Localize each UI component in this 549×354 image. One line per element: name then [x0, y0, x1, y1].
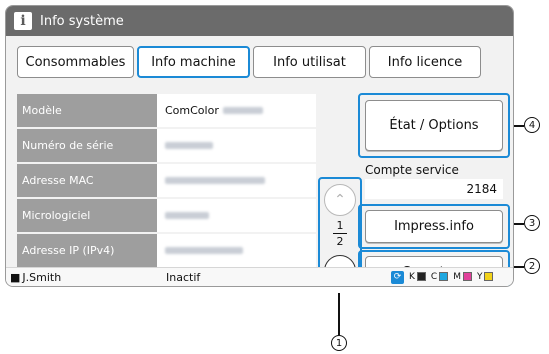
- callout-2: 2: [524, 258, 540, 274]
- table-row: Adresse MAC: [17, 164, 316, 199]
- table-row: Micrologiciel: [17, 199, 316, 234]
- ink-k: K: [409, 272, 426, 282]
- row-value: ComColor: [157, 94, 316, 127]
- refresh-icon: ⟳: [391, 270, 404, 284]
- tab-info-utilisateur[interactable]: Info utilisat: [253, 46, 366, 78]
- scroll-up-button[interactable]: ⌃: [324, 184, 356, 216]
- user-name: J.Smith: [22, 270, 62, 284]
- title-bar: i Info système: [6, 6, 513, 36]
- row-value: [157, 164, 316, 197]
- tab-consommables[interactable]: Consommables: [17, 46, 134, 78]
- row-label: Micrologiciel: [17, 199, 157, 232]
- fraction-line: [333, 233, 347, 234]
- page-current: 1: [336, 219, 344, 232]
- ink-m: M: [453, 272, 472, 282]
- compte-service-label: Compte service: [365, 163, 459, 177]
- tab-info-machine[interactable]: Info machine: [137, 46, 250, 78]
- ink-levels: ⟳ K C M Y: [391, 270, 494, 284]
- callout-3: 3: [524, 215, 540, 231]
- redacted-value: [165, 142, 213, 149]
- tab-info-licence[interactable]: Info licence: [369, 46, 481, 78]
- row-label: Numéro de série: [17, 129, 157, 162]
- redacted-value: [222, 107, 263, 114]
- window-title: Info système: [40, 13, 124, 29]
- table-row: Modèle ComColor: [17, 94, 316, 129]
- machine-info-table: Modèle ComColor Numéro de série Adresse …: [17, 94, 316, 286]
- row-label: Adresse IP (IPv4): [17, 234, 157, 267]
- callout-4: 4: [524, 117, 540, 133]
- chevron-up-icon: ⌃: [334, 192, 346, 208]
- callout-line-1: [338, 293, 340, 335]
- table-row: Adresse IP (IPv4): [17, 234, 316, 269]
- info-systeme-panel: i Info système Consommables Info machine…: [5, 5, 514, 287]
- page-indicator: 1 2: [326, 219, 354, 248]
- ink-c: C: [431, 272, 449, 282]
- page-total: 2: [336, 235, 344, 248]
- table-row: Numéro de série: [17, 129, 316, 164]
- impress-info-button[interactable]: Impress.info: [365, 210, 503, 243]
- row-value: [157, 199, 316, 232]
- row-label: Modèle: [17, 94, 157, 127]
- status-bar: ■ J.Smith Inactif ⟳ K C M Y: [6, 267, 513, 286]
- machine-state: Inactif: [166, 270, 201, 284]
- redacted-value: [165, 212, 209, 219]
- callout-1: 1: [331, 335, 347, 351]
- info-icon: i: [14, 12, 32, 30]
- tab-bar: Consommables Info machine Info utilisat …: [17, 46, 481, 78]
- row-value: [157, 234, 316, 267]
- callout-line-2: [514, 266, 524, 268]
- row-label: Adresse MAC: [17, 164, 157, 197]
- ink-y: Y: [477, 272, 494, 282]
- row-value: [157, 129, 316, 162]
- model-text: ComColor: [165, 104, 219, 117]
- callout-line-3: [514, 223, 524, 225]
- callout-line-4: [514, 125, 524, 127]
- compte-service-value: 2184: [365, 179, 503, 199]
- redacted-value: [165, 247, 243, 254]
- user-icon: ■: [10, 270, 21, 284]
- redacted-value: [165, 177, 265, 184]
- etat-options-button[interactable]: État / Options: [365, 100, 503, 151]
